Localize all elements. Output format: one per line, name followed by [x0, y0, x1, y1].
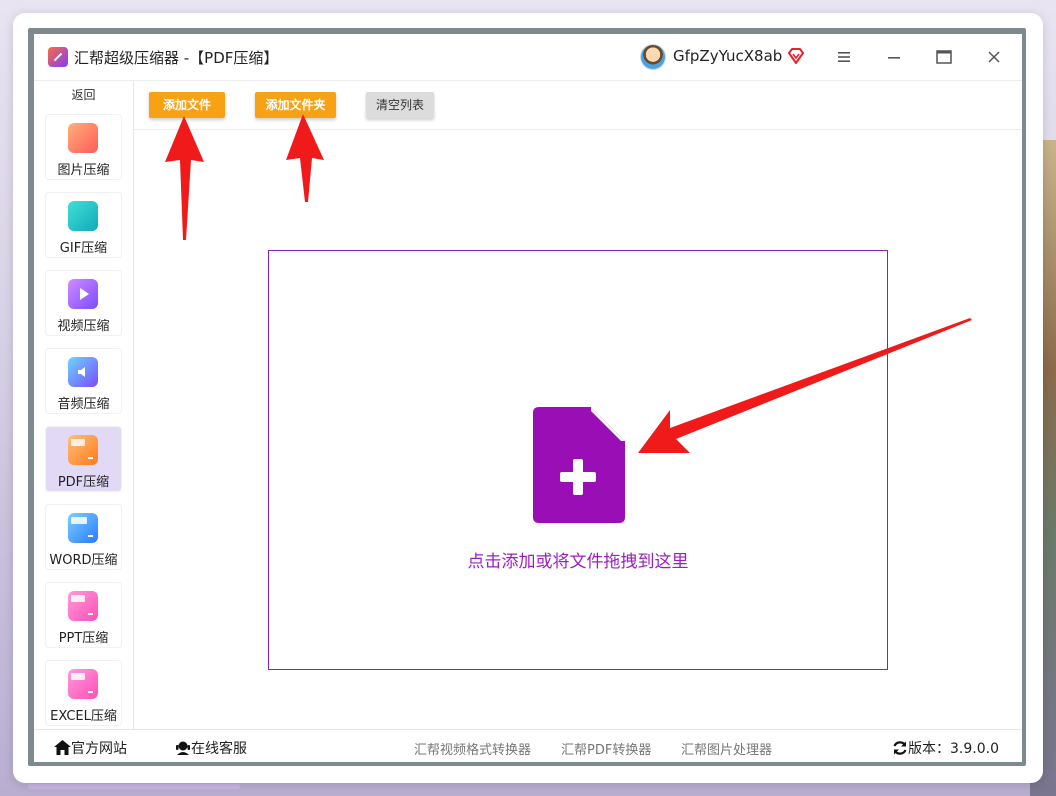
word-icon: [68, 513, 98, 543]
sidebar: 返回 图片压缩 GIF压缩 视频压缩 音频压缩 PDF压缩 WORD压缩 PPT…: [34, 81, 134, 729]
online-support-link[interactable]: 在线客服: [175, 738, 247, 758]
sidebar-item-video[interactable]: 视频压缩: [46, 271, 121, 335]
sidebar-item-image[interactable]: 图片压缩: [46, 115, 121, 179]
sidebar-item-audio[interactable]: 音频压缩: [46, 349, 121, 413]
vip-diamond-icon[interactable]: [787, 47, 805, 65]
file-list-area: 点击添加或将文件拖拽到这里: [134, 130, 1022, 728]
background-strip: [28, 784, 240, 789]
image-icon: [68, 123, 98, 153]
drop-zone[interactable]: 点击添加或将文件拖拽到这里: [268, 250, 888, 670]
drop-hint-text: 点击添加或将文件拖拽到这里: [467, 552, 689, 572]
avatar[interactable]: [640, 44, 666, 70]
pdf-icon: [68, 435, 98, 465]
sidebar-item-label: PDF压缩: [57, 475, 110, 490]
excel-icon: [68, 669, 98, 699]
close-icon[interactable]: [981, 44, 1007, 70]
footer-link-pdf-converter[interactable]: 汇帮PDF转换器: [561, 739, 651, 758]
sidebar-item-word[interactable]: WORD压缩: [46, 505, 121, 569]
sidebar-item-label: PPT压缩: [58, 631, 109, 646]
sidebar-item-label: 视频压缩: [57, 319, 110, 334]
footer-link-image-processor[interactable]: 汇帮图片处理器: [681, 739, 772, 758]
ppt-icon: [68, 591, 98, 621]
add-folder-button[interactable]: 添加文件夹: [255, 92, 336, 118]
sidebar-item-gif[interactable]: GIF压缩: [46, 193, 121, 257]
gif-icon: [68, 201, 98, 231]
toolbar: 添加文件 添加文件夹 清空列表: [134, 81, 1022, 130]
refresh-icon: [893, 741, 907, 755]
support-icon: [176, 741, 190, 755]
sidebar-item-label: 音频压缩: [57, 397, 110, 412]
minimize-icon[interactable]: [881, 44, 907, 70]
version-info[interactable]: 版本：3.9.0.0: [892, 738, 999, 758]
menu-icon[interactable]: [831, 44, 857, 70]
window-title: 汇帮超级压缩器 -【PDF压缩】: [74, 49, 279, 67]
sidebar-item-label: GIF压缩: [59, 241, 108, 256]
footer-link-video-converter[interactable]: 汇帮视频格式转换器: [414, 739, 531, 758]
clear-list-button[interactable]: 清空列表: [366, 92, 434, 118]
version-label: 版本：3.9.0.0: [908, 741, 999, 757]
app-logo-icon: [48, 47, 68, 67]
sidebar-item-pdf[interactable]: PDF压缩: [46, 427, 121, 491]
sidebar-item-label: WORD压缩: [49, 553, 118, 568]
sidebar-item-label: EXCEL压缩: [50, 709, 117, 724]
video-icon: [68, 279, 98, 309]
add-file-icon[interactable]: [533, 407, 625, 523]
home-icon: [54, 740, 71, 755]
status-bar: 官方网站 在线客服 汇帮视频格式转换器 汇帮PDF转换器 汇帮图片处理器 版本：…: [34, 729, 1022, 762]
back-link[interactable]: 返回: [34, 86, 133, 103]
maximize-icon[interactable]: [931, 44, 957, 70]
sidebar-item-excel[interactable]: EXCEL压缩: [46, 661, 121, 725]
title-bar: 汇帮超级压缩器 -【PDF压缩】 GfpZyYucX8ab: [34, 34, 1022, 81]
sidebar-item-ppt[interactable]: PPT压缩: [46, 583, 121, 647]
official-website-link[interactable]: 官方网站: [54, 738, 127, 758]
audio-icon: [68, 357, 98, 387]
online-support-label: 在线客服: [191, 741, 247, 757]
add-file-button[interactable]: 添加文件: [149, 92, 225, 118]
app-window: 汇帮超级压缩器 -【PDF压缩】 GfpZyYucX8ab 返回 图片压缩 GI…: [34, 34, 1022, 762]
official-website-label: 官方网站: [71, 741, 127, 757]
sidebar-item-label: 图片压缩: [57, 163, 110, 178]
user-name[interactable]: GfpZyYucX8ab: [673, 47, 782, 65]
